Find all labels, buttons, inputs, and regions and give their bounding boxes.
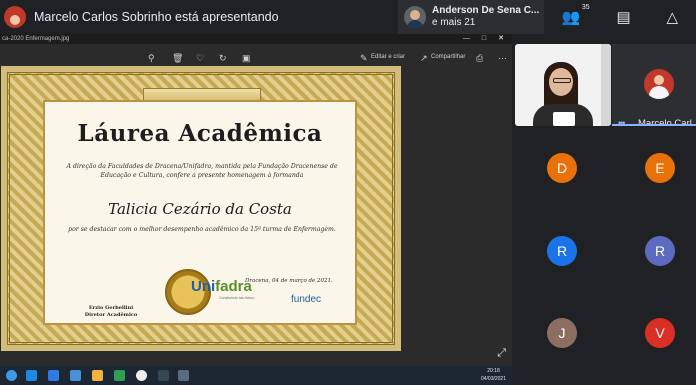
folder-icon[interactable] [92,370,103,381]
window-filename: ca-2020 Enfermagem.jpg [2,36,70,42]
participant-avatar[interactable]: R [645,236,675,266]
participant-avatar[interactable]: D [547,153,577,183]
certificate-image: Láurea Acadêmica A direção da Faculdades… [1,66,401,351]
store-icon[interactable] [158,370,169,381]
presenting-status-text: Marcelo Carlos Sobrinho está apresentand… [34,10,279,24]
participant-avatar[interactable]: V [645,318,675,348]
signer-role: Diretor Acadêmico [84,312,138,318]
pinned-participant-card[interactable]: Anderson De Sena C... e mais 21 [398,0,544,34]
participant-avatar[interactable]: R [547,236,577,266]
maximize-icon[interactable]: □ [482,34,486,44]
edge-icon[interactable] [26,370,37,381]
presenter-avatar [4,6,26,28]
speaking-indicator-icon: ••• [618,118,626,128]
presenter-highlight-bar [612,124,696,126]
photos-icon[interactable] [178,370,189,381]
vscode-icon[interactable] [48,370,59,381]
crop-icon[interactable]: ▣ [242,53,251,64]
pinned-name: Anderson De Sena C... [432,5,540,16]
share-button[interactable]: Compartilhar [431,54,465,60]
rotate-icon[interactable]: ↻ [219,53,227,64]
teams-icon[interactable] [70,370,81,381]
presenter-tile-avatar [644,69,674,99]
certificate-date: Dracena, 04 de março de 2021. [245,278,333,284]
pinned-avatar [404,6,426,28]
window-title-bar: ca-2020 Enfermagem.jpg — □ ✕ [0,34,512,44]
chat-icon[interactable]: ▤ [616,8,630,26]
chrome-icon[interactable] [6,370,17,381]
zoom-icon[interactable]: ⚲ [148,53,155,64]
unifadra-logo: Unifadra [191,278,252,295]
taskbar-time: 20:18 [487,368,500,374]
people-icon[interactable]: 👥 35 [562,4,590,26]
certificate-signer: Erzio Gerbellini Diretor Acadêmico [71,305,151,319]
minimize-icon[interactable]: — [463,34,470,44]
edit-button[interactable]: Editar e criar [371,54,405,60]
fundec-logo: fundec [291,294,322,305]
signer-name: Erzio Gerbellini [88,305,134,311]
presenter-tile[interactable]: ••• Marcelo Carl... [612,44,696,129]
pinned-more: e mais 21 [432,17,476,28]
more-options-icon[interactable]: ⋯ [498,53,507,64]
activities-icon[interactable]: △ [667,8,679,26]
chrome-app-icon[interactable] [136,370,147,381]
certificate-title: Láurea Acadêmica [77,120,323,147]
meet-top-bar: Marcelo Carlos Sobrinho está apresentand… [0,0,696,34]
participants-grid: ••• Marcelo Carl... D E R R J V [512,34,696,385]
taskbar-clock[interactable]: 20:18 04/03/2021 [481,367,506,383]
certificate-honoree-name: Talicia Cezário da Costa [108,200,292,218]
participant-avatar[interactable]: J [547,318,577,348]
spreadsheet-icon[interactable] [114,370,125,381]
certificate-body-text: A direção da Faculdades de Dracena/Unifa… [66,163,338,179]
certificate-reason-text: por se destacar com o melhor desempenho … [68,226,336,233]
certificate-body: Láurea Acadêmica A direção da Faculdades… [43,100,357,325]
delete-icon[interactable]: 🗑 [172,53,183,64]
edit-icon[interactable]: ✎ [360,53,368,64]
meet-screen: Marcelo Carlos Sobrinho está apresentand… [0,0,696,385]
unifadra-tagline: Construindo seu futuro [219,296,255,300]
expand-icon[interactable]: ⤢ [497,347,506,360]
participants-count: 35 [581,4,590,11]
share-icon[interactable]: ↗ [420,53,428,64]
taskbar-date: 04/03/2021 [480,376,506,382]
favorite-icon[interactable]: ♡ [196,53,204,64]
windows-taskbar: 20:18 04/03/2021 [0,366,512,385]
participant-camera-tile[interactable] [515,44,611,126]
shared-screen: ca-2020 Enfermagem.jpg — □ ✕ ⚲ 🗑 ♡ ↻ ▣ ✎… [0,34,512,366]
close-icon[interactable]: ✕ [498,34,504,44]
participant-avatar[interactable]: E [645,153,675,183]
print-icon[interactable]: ⎙ [476,53,483,64]
